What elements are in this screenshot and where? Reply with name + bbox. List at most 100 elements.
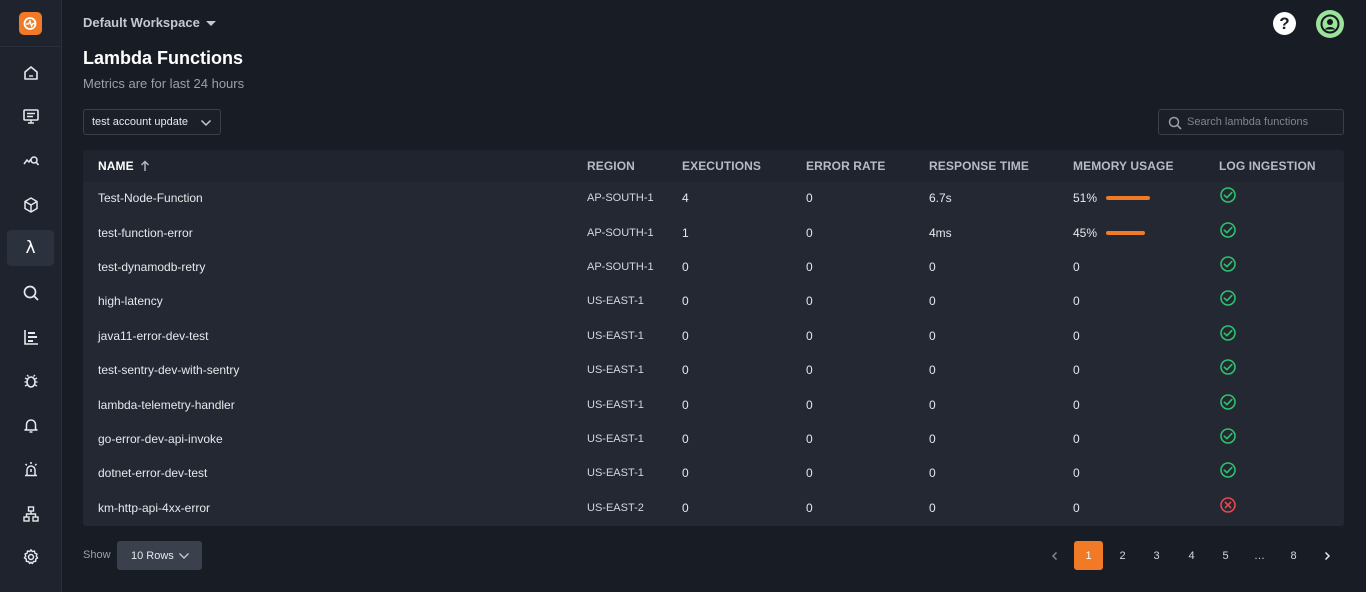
search-icon — [23, 285, 39, 301]
pagination-ellipsis: … — [1254, 549, 1265, 562]
cell-executions: 4 — [682, 191, 689, 206]
cell-log-ingestion — [1219, 181, 1237, 215]
cell-executions: 0 — [682, 328, 689, 343]
cell-error-rate: 0 — [806, 466, 813, 481]
column-header-memory-usage[interactable]: MEMORY USAGE — [1073, 159, 1174, 173]
table-row[interactable]: Test-Node-Function AP-SOUTH-1 4 0 6.7s 51% — [83, 181, 1344, 215]
cell-response-time: 0 — [929, 259, 936, 274]
sidebar-item-settings[interactable] — [7, 539, 54, 575]
table-row[interactable]: test-dynamodb-retry AP-SOUTH-1 0 0 0 0 — [83, 250, 1344, 284]
cell-error-rate: 0 — [806, 363, 813, 378]
workspace-name: Default Workspace — [83, 15, 200, 30]
chart-bars-icon — [23, 330, 38, 345]
pagination-page-4[interactable]: 4 — [1177, 541, 1206, 570]
sidebar-item-search[interactable] — [7, 275, 54, 311]
rows-per-page-select[interactable]: 10 Rows — [117, 541, 202, 570]
sidebar-item-reports[interactable] — [7, 319, 54, 355]
column-header-log-ingestion[interactable]: LOG INGESTION — [1219, 159, 1316, 173]
check-circle-icon — [1220, 324, 1236, 341]
sidebar-item-topology[interactable] — [7, 496, 54, 532]
cell-region: US-EAST-1 — [587, 398, 644, 411]
table-row[interactable]: test-sentry-dev-with-sentry US-EAST-1 0 0 0 0 — [83, 353, 1344, 387]
help-icon[interactable]: ? — [1273, 12, 1296, 35]
cell-memory: 0 — [1073, 328, 1080, 343]
sidebar-item-lambda[interactable]: λ — [7, 230, 54, 266]
user-icon — [1320, 14, 1340, 34]
pagination-page-2[interactable]: 2 — [1108, 541, 1137, 570]
workspace-switcher[interactable]: Default Workspace — [83, 15, 216, 30]
pagination-next-button[interactable] — [1312, 541, 1341, 570]
pagination-page-8[interactable]: 8 — [1279, 541, 1308, 570]
search-input[interactable] — [1187, 116, 1337, 128]
cell-log-ingestion — [1219, 387, 1237, 421]
cell-name[interactable]: lambda-telemetry-handler — [98, 387, 235, 421]
table-row[interactable]: dotnet-error-dev-test US-EAST-1 0 0 0 0 — [83, 456, 1344, 490]
sidebar-item-analytics[interactable] — [7, 142, 54, 178]
cell-response-time: 0 — [929, 294, 936, 309]
check-circle-icon — [1220, 256, 1236, 272]
show-label: Show — [83, 549, 111, 561]
cell-response-time: 0 — [929, 500, 936, 515]
column-header-response-time[interactable]: RESPONSE TIME — [929, 159, 1029, 173]
cell-name[interactable]: test-function-error — [98, 215, 193, 249]
cell-memory: 51% — [1073, 181, 1151, 215]
sidebar-item-packages[interactable] — [7, 187, 54, 223]
cell-name[interactable]: go-error-dev-api-invoke — [98, 422, 223, 456]
table-row[interactable]: lambda-telemetry-handler US-EAST-1 0 0 0 0 — [83, 387, 1344, 421]
account-select[interactable]: test account update — [83, 109, 221, 135]
cell-memory: 45% — [1073, 215, 1146, 249]
cell-region: US-EAST-1 — [587, 432, 644, 445]
cell-error-rate: 0 — [806, 328, 813, 343]
pagination-page-1[interactable]: 1 — [1074, 541, 1103, 570]
sidebar-item-errors[interactable] — [7, 363, 54, 399]
cell-name[interactable]: test-dynamodb-retry — [98, 250, 205, 284]
cell-error-rate: 0 — [806, 259, 813, 274]
cell-response-time: 0 — [929, 431, 936, 446]
cell-region: US-EAST-1 — [587, 364, 644, 377]
cell-error-rate: 0 — [806, 431, 813, 446]
home-icon — [23, 66, 38, 80]
caret-down-icon — [205, 21, 216, 26]
cell-name[interactable]: km-http-api-4xx-error — [98, 491, 210, 525]
pagination-prev-button[interactable] — [1040, 541, 1069, 570]
cell-response-time: 0 — [929, 363, 936, 378]
table-row[interactable]: high-latency US-EAST-1 0 0 0 0 — [83, 284, 1344, 318]
cell-executions: 0 — [682, 294, 689, 309]
chevron-down-icon — [200, 119, 212, 127]
table-row[interactable]: test-function-error AP-SOUTH-1 1 0 4ms 45% — [83, 215, 1344, 249]
avatar[interactable] — [1316, 10, 1344, 38]
column-header-region[interactable]: REGION — [587, 159, 635, 173]
check-circle-icon — [1220, 393, 1236, 410]
memory-usage-bar — [1106, 196, 1151, 201]
column-header-executions[interactable]: EXECUTIONS — [682, 159, 761, 173]
page-title: Lambda Functions — [83, 48, 244, 68]
gear-icon — [23, 549, 38, 565]
cell-executions: 0 — [682, 431, 689, 446]
cell-region: AP-SOUTH-1 — [587, 226, 654, 239]
cell-error-rate: 0 — [806, 225, 813, 240]
table-row[interactable]: km-http-api-4xx-error US-EAST-2 0 0 0 0 — [83, 491, 1344, 525]
search-box — [1158, 109, 1344, 135]
cell-region: US-EAST-1 — [587, 295, 644, 308]
table-row[interactable]: java11-error-dev-test US-EAST-1 0 0 0 0 — [83, 319, 1344, 353]
cell-name[interactable]: high-latency — [98, 284, 163, 318]
sidebar-item-monitor[interactable] — [7, 98, 54, 134]
cell-executions: 1 — [682, 225, 689, 240]
chevron-right-icon — [1324, 551, 1330, 560]
pagination-page-3[interactable]: 3 — [1142, 541, 1171, 570]
logo-icon[interactable] — [19, 12, 42, 35]
column-header-name[interactable]: NAME — [98, 159, 150, 173]
search-icon — [1168, 116, 1182, 130]
sidebar-item-alerts[interactable] — [7, 451, 54, 487]
cell-name[interactable]: java11-error-dev-test — [98, 319, 208, 353]
check-circle-icon — [1220, 187, 1236, 203]
cell-name[interactable]: dotnet-error-dev-test — [98, 456, 207, 490]
column-header-error-rate[interactable]: ERROR RATE — [806, 159, 885, 173]
cell-name[interactable]: test-sentry-dev-with-sentry — [98, 353, 239, 387]
sidebar-item-home[interactable] — [7, 55, 54, 91]
cell-name[interactable]: Test-Node-Function — [98, 181, 203, 215]
sidebar-item-notifications[interactable] — [7, 407, 54, 443]
table-row[interactable]: go-error-dev-api-invoke US-EAST-1 0 0 0 0 — [83, 422, 1344, 456]
cell-error-rate: 0 — [806, 500, 813, 515]
pagination-page-5[interactable]: 5 — [1211, 541, 1240, 570]
